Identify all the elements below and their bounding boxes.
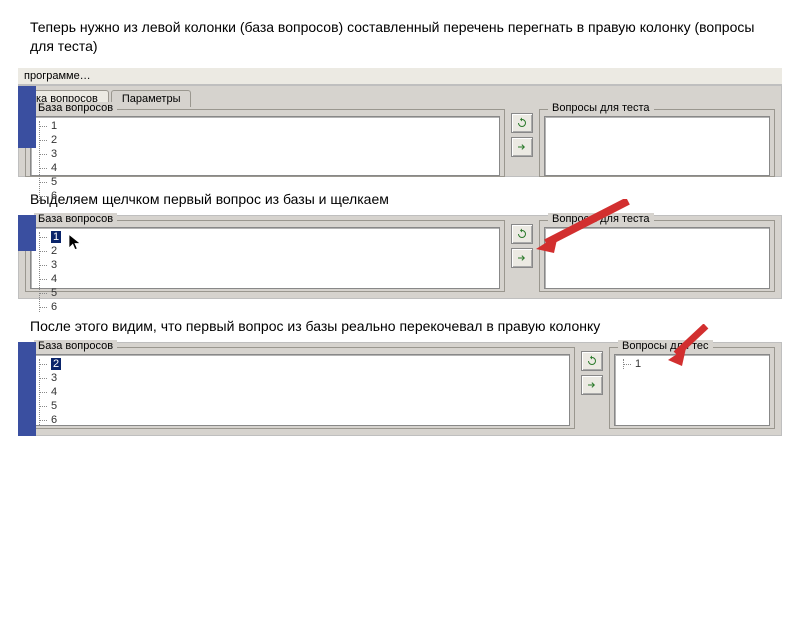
caption-step3: После этого видим, что первый вопрос из … bbox=[30, 317, 770, 336]
list-item[interactable]: 6 bbox=[45, 300, 495, 314]
tabstrip: ка вопросов Параметры bbox=[25, 90, 775, 107]
caption-intro: Теперь нужно из левой колонки (база вопр… bbox=[30, 18, 770, 56]
screenshot-2: База вопросов 1 2 3 4 5 6 bbox=[18, 215, 782, 303]
tree-left[interactable]: 2 3 4 5 6 bbox=[30, 354, 570, 426]
transfer-buttons bbox=[511, 109, 533, 157]
groupbox-left: База вопросов 1 2 3 4 5 6 bbox=[25, 220, 505, 292]
refresh-button[interactable] bbox=[511, 113, 533, 133]
groupbox-left: База вопросов 2 3 4 5 6 bbox=[25, 347, 575, 429]
transfer-buttons bbox=[511, 220, 533, 268]
legend-left: База вопросов bbox=[34, 102, 117, 114]
move-right-button[interactable] bbox=[581, 375, 603, 395]
list-item[interactable]: 3 bbox=[45, 258, 495, 272]
tree-right[interactable] bbox=[544, 227, 770, 289]
legend-left: База вопросов bbox=[34, 213, 117, 225]
list-item[interactable]: 2 bbox=[45, 133, 495, 147]
legend-left: База вопросов bbox=[34, 340, 117, 352]
list-item[interactable]: 5 bbox=[45, 175, 495, 189]
list-item[interactable]: 5 bbox=[45, 399, 565, 413]
groupbox-right: Вопросы для теста bbox=[539, 109, 775, 177]
list-item[interactable]: 3 bbox=[45, 371, 565, 385]
legend-right: Вопросы для тес bbox=[618, 340, 713, 352]
list-item[interactable]: 2 bbox=[45, 357, 565, 371]
list-item[interactable]: 6 bbox=[45, 413, 565, 427]
list-item[interactable]: 1 bbox=[45, 119, 495, 133]
list-item[interactable]: 4 bbox=[45, 161, 495, 175]
transfer-buttons bbox=[581, 347, 603, 395]
legend-right: Вопросы для теста bbox=[548, 213, 654, 225]
list-item[interactable]: 5 bbox=[45, 286, 495, 300]
tab-params[interactable]: Параметры bbox=[111, 90, 192, 107]
list-item[interactable]: 1 bbox=[45, 230, 495, 244]
groupbox-right: Вопросы для теста bbox=[539, 220, 775, 292]
list-item[interactable]: 3 bbox=[45, 147, 495, 161]
list-item[interactable]: 2 bbox=[45, 244, 495, 258]
list-item[interactable]: 4 bbox=[45, 385, 565, 399]
legend-right: Вопросы для теста bbox=[548, 102, 654, 114]
screenshot-1: программе… ка вопросов Параметры База во… bbox=[18, 68, 782, 176]
screenshot-3: База вопросов 2 3 4 5 6 bbox=[18, 342, 782, 442]
tree-right[interactable] bbox=[544, 116, 770, 176]
list-item[interactable]: 4 bbox=[45, 272, 495, 286]
move-right-button[interactable] bbox=[511, 137, 533, 157]
groupbox-right: Вопросы для тес 1 bbox=[609, 347, 775, 429]
refresh-button[interactable] bbox=[581, 351, 603, 371]
tree-right[interactable]: 1 bbox=[614, 354, 770, 426]
tree-left[interactable]: 1 2 3 4 5 6 bbox=[30, 116, 500, 176]
groupbox-left: База вопросов 1 2 3 4 5 6 bbox=[25, 109, 505, 177]
move-right-button[interactable] bbox=[511, 248, 533, 268]
list-item[interactable]: 1 bbox=[629, 357, 765, 371]
refresh-button[interactable] bbox=[511, 224, 533, 244]
tree-left[interactable]: 1 2 3 4 5 6 bbox=[30, 227, 500, 289]
list-item[interactable]: 6 bbox=[45, 189, 495, 203]
